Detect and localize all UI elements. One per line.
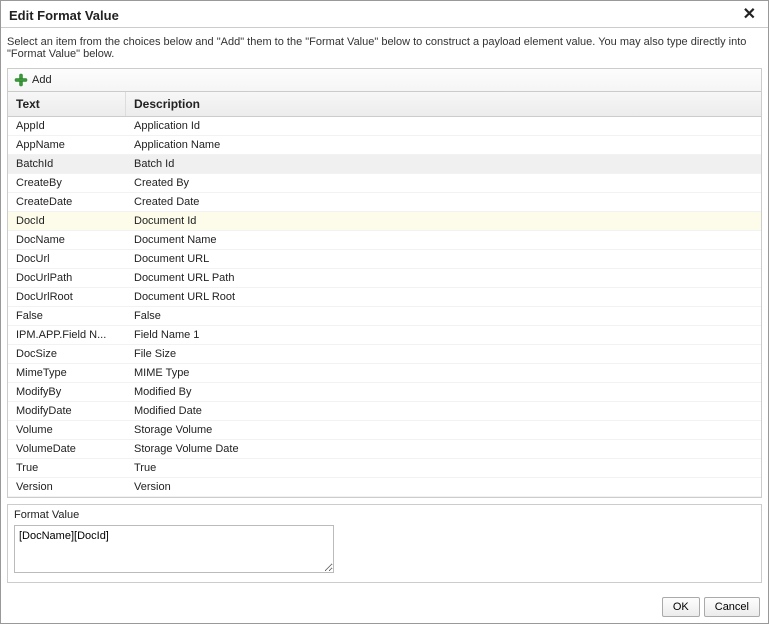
cell-text: IPM.APP.Field N...	[8, 326, 126, 344]
cell-text: DocSize	[8, 345, 126, 363]
cell-description: Version	[126, 478, 761, 496]
table-row[interactable]: FalseFalse	[8, 307, 761, 326]
dialog-content: Select an item from the choices below an…	[1, 28, 768, 587]
cell-description: Storage Volume	[126, 421, 761, 439]
cell-text: DocName	[8, 231, 126, 249]
cell-description: Modified Date	[126, 402, 761, 420]
table-row[interactable]: DocIdDocument Id	[8, 212, 761, 231]
cell-description: Created By	[126, 174, 761, 192]
cell-description: Document URL	[126, 250, 761, 268]
cell-text: MimeType	[8, 364, 126, 382]
cell-text: Volume	[8, 421, 126, 439]
close-icon[interactable]: ✕	[739, 7, 760, 23]
dialog-button-bar: OK Cancel	[662, 597, 760, 617]
cell-description: Document Id	[126, 212, 761, 230]
cell-description: Document URL Root	[126, 288, 761, 306]
cell-text: AppName	[8, 136, 126, 154]
cell-description: File Size	[126, 345, 761, 363]
cell-text: DocUrlRoot	[8, 288, 126, 306]
table-row[interactable]: DocUrlRootDocument URL Root	[8, 288, 761, 307]
ok-button[interactable]: OK	[662, 597, 700, 617]
cell-text: CreateDate	[8, 193, 126, 211]
table-row[interactable]: VersionVersion	[8, 478, 761, 497]
table-row[interactable]: IPM.APP.Field N...Field Name 1	[8, 326, 761, 345]
choices-grid: Text Description AppIdApplication IdAppN…	[7, 91, 762, 498]
dialog-title-bar: Edit Format Value ✕	[1, 1, 768, 28]
cell-description: Field Name 1	[126, 326, 761, 344]
cell-description: False	[126, 307, 761, 325]
dialog-title: Edit Format Value	[9, 8, 119, 23]
table-row[interactable]: ModifyDateModified Date	[8, 402, 761, 421]
table-row[interactable]: VolumeStorage Volume	[8, 421, 761, 440]
column-header-text[interactable]: Text	[8, 92, 126, 116]
table-row[interactable]: TrueTrue	[8, 459, 761, 478]
cell-text: DocUrlPath	[8, 269, 126, 287]
cell-description: Application Id	[126, 117, 761, 135]
add-button-label: Add	[32, 74, 52, 86]
table-row[interactable]: DocNameDocument Name	[8, 231, 761, 250]
instructions-text: Select an item from the choices below an…	[7, 34, 762, 62]
table-row[interactable]: BatchIdBatch Id	[8, 155, 761, 174]
cell-description: True	[126, 459, 761, 477]
cell-text: ModifyDate	[8, 402, 126, 420]
cell-text: BatchId	[8, 155, 126, 173]
cell-text: VolumeDate	[8, 440, 126, 458]
table-row[interactable]: DocUrlPathDocument URL Path	[8, 269, 761, 288]
cell-text: False	[8, 307, 126, 325]
grid-header: Text Description	[8, 92, 761, 117]
cell-description: Document URL Path	[126, 269, 761, 287]
cell-description: Created Date	[126, 193, 761, 211]
cell-description: Document Name	[126, 231, 761, 249]
cell-description: Batch Id	[126, 155, 761, 173]
format-value-label: Format Value	[14, 509, 755, 521]
cell-text: DocUrl	[8, 250, 126, 268]
table-row[interactable]: AppNameApplication Name	[8, 136, 761, 155]
cell-description: MIME Type	[126, 364, 761, 382]
cell-description: Modified By	[126, 383, 761, 401]
cell-description: Application Name	[126, 136, 761, 154]
format-value-input[interactable]: [DocName][DocId]	[14, 525, 334, 573]
table-row[interactable]: MimeTypeMIME Type	[8, 364, 761, 383]
plus-icon	[14, 73, 28, 87]
cell-description: Storage Volume Date	[126, 440, 761, 458]
column-header-description[interactable]: Description	[126, 92, 761, 116]
table-row[interactable]: VolumeDateStorage Volume Date	[8, 440, 761, 459]
cell-text: CreateBy	[8, 174, 126, 192]
table-row[interactable]: ModifyByModified By	[8, 383, 761, 402]
cell-text: AppId	[8, 117, 126, 135]
grid-body: AppIdApplication IdAppNameApplication Na…	[8, 117, 761, 497]
table-row[interactable]: AppIdApplication Id	[8, 117, 761, 136]
cell-text: True	[8, 459, 126, 477]
cancel-button[interactable]: Cancel	[704, 597, 760, 617]
cell-text: DocId	[8, 212, 126, 230]
table-row[interactable]: CreateByCreated By	[8, 174, 761, 193]
cell-text: Version	[8, 478, 126, 496]
cell-text: ModifyBy	[8, 383, 126, 401]
add-button[interactable]: Add	[14, 73, 52, 87]
toolbar: Add	[7, 68, 762, 91]
format-value-section: Format Value [DocName][DocId]	[7, 504, 762, 583]
table-row[interactable]: DocUrlDocument URL	[8, 250, 761, 269]
table-row[interactable]: CreateDateCreated Date	[8, 193, 761, 212]
table-row[interactable]: DocSizeFile Size	[8, 345, 761, 364]
